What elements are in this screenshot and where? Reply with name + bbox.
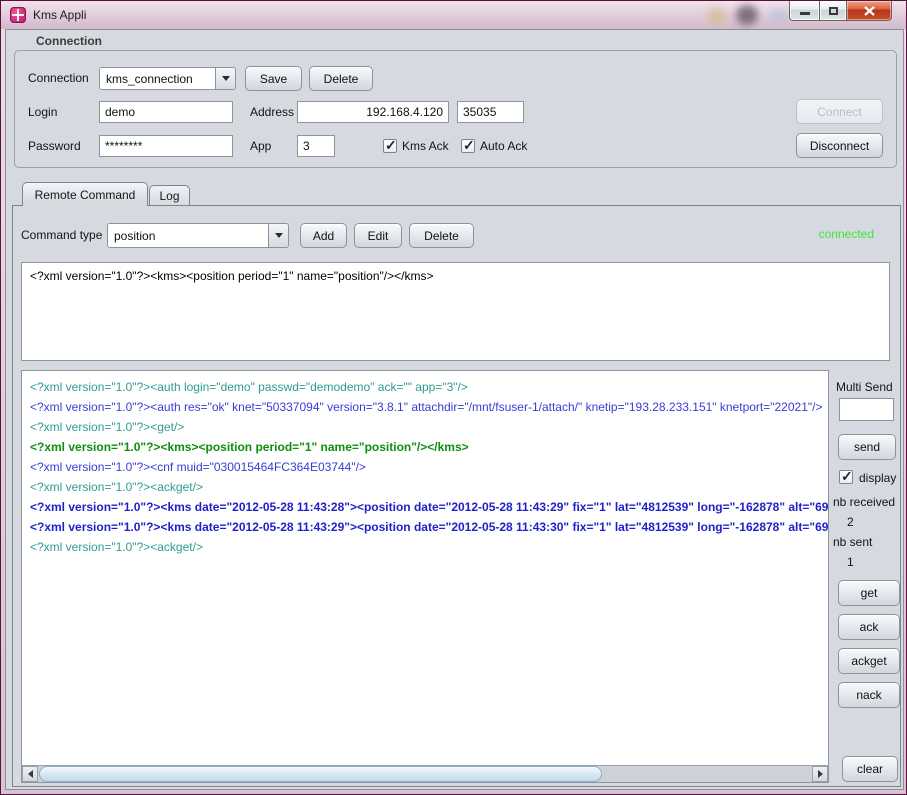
- address-label: Address: [250, 100, 294, 124]
- log-line: <?xml version="1.0"?><kms date="2012-05-…: [30, 497, 828, 517]
- nb-sent-label: nb sent: [833, 535, 872, 549]
- kms-ack-label: Kms Ack: [402, 134, 449, 158]
- kms-ack-checkbox[interactable]: [383, 139, 397, 153]
- connection-combobox[interactable]: kms_connection: [99, 67, 236, 90]
- tab-remote-command[interactable]: Remote Command: [22, 182, 148, 206]
- port-field[interactable]: [457, 101, 524, 123]
- arrow-left-icon: [28, 770, 33, 778]
- ackget-button[interactable]: ackget: [838, 648, 900, 674]
- chevron-down-icon[interactable]: [268, 224, 288, 247]
- maximize-button[interactable]: [819, 1, 847, 21]
- scroll-right-button[interactable]: [812, 766, 828, 782]
- close-button[interactable]: [847, 1, 892, 21]
- nb-sent-value: 1: [847, 555, 854, 569]
- add-command-button[interactable]: Add: [300, 223, 347, 248]
- app-field[interactable]: [297, 135, 335, 157]
- get-button[interactable]: get: [838, 580, 900, 606]
- log-line: <?xml version="1.0"?><ackget/>: [30, 537, 828, 557]
- log-lines: <?xml version="1.0"?><auth login="demo" …: [22, 371, 828, 766]
- address-field[interactable]: [297, 101, 449, 123]
- glass-reflection: [769, 9, 789, 23]
- password-field[interactable]: [99, 135, 233, 157]
- send-sidebar: Multi Send send display nb received 2 nb…: [833, 374, 902, 786]
- ack-button[interactable]: ack: [838, 614, 900, 640]
- maximize-icon: [829, 7, 838, 15]
- log-line: <?xml version="1.0"?><ackget/>: [30, 477, 828, 497]
- save-button[interactable]: Save: [245, 66, 302, 91]
- scroll-left-button[interactable]: [22, 766, 38, 782]
- password-label: Password: [28, 134, 81, 158]
- app-label: App: [250, 134, 271, 158]
- glass-reflection: [736, 5, 758, 25]
- scrollbar-thumb[interactable]: [39, 766, 602, 782]
- window-controls: [789, 1, 892, 21]
- log-line: <?xml version="1.0"?><kms><position peri…: [30, 437, 828, 457]
- clear-button[interactable]: clear: [842, 756, 898, 782]
- command-type-value: position: [108, 224, 268, 247]
- remote-command-panel: Command type position Add Edit Delete co…: [12, 205, 901, 787]
- title-bar[interactable]: Kms Appli: [1, 1, 906, 29]
- nb-received-value: 2: [847, 515, 854, 529]
- display-checkbox[interactable]: [839, 470, 853, 484]
- connection-status: connected: [819, 227, 874, 241]
- command-type-label: Command type: [21, 223, 102, 247]
- window-title: Kms Appli: [33, 8, 86, 22]
- glass-reflection: [707, 7, 727, 25]
- horizontal-scrollbar[interactable]: [22, 765, 828, 782]
- connect-button[interactable]: Connect: [796, 99, 883, 124]
- connection-combobox-value: kms_connection: [100, 68, 215, 89]
- log-line: <?xml version="1.0"?><auth login="demo" …: [30, 377, 828, 397]
- minimize-button[interactable]: [789, 1, 819, 21]
- log-line: <?xml version="1.0"?><kms date="2012-05-…: [30, 517, 828, 537]
- arrow-right-icon: [818, 770, 823, 778]
- multi-send-input[interactable]: [839, 398, 894, 421]
- command-editor[interactable]: <?xml version="1.0"?><kms><position peri…: [21, 262, 890, 361]
- auto-ack-checkbox[interactable]: [461, 139, 475, 153]
- delete-command-button[interactable]: Delete: [409, 223, 474, 248]
- nb-received-label: nb received: [833, 495, 895, 509]
- tab-log[interactable]: Log: [149, 185, 190, 206]
- log-line: <?xml version="1.0"?><auth res="ok" knet…: [30, 397, 828, 417]
- chevron-down-icon[interactable]: [215, 68, 235, 89]
- auto-ack-label: Auto Ack: [480, 134, 527, 158]
- log-line: <?xml version="1.0"?><cnf muid="03001546…: [30, 457, 828, 477]
- multi-send-label: Multi Send: [836, 380, 893, 394]
- send-button[interactable]: send: [838, 434, 896, 460]
- minimize-icon: [800, 12, 810, 15]
- connection-label: Connection: [28, 66, 89, 90]
- nack-button[interactable]: nack: [838, 682, 900, 708]
- close-icon: [864, 6, 875, 16]
- display-label: display: [859, 471, 896, 485]
- login-field[interactable]: [99, 101, 233, 123]
- delete-connection-button[interactable]: Delete: [309, 66, 373, 91]
- connection-group-title: Connection: [36, 34, 102, 48]
- edit-command-button[interactable]: Edit: [354, 223, 402, 248]
- client-area: Connection Connection kms_connection Sav…: [5, 29, 904, 790]
- disconnect-button[interactable]: Disconnect: [796, 133, 883, 158]
- log-line: <?xml version="1.0"?><get/>: [30, 417, 828, 437]
- log-output[interactable]: <?xml version="1.0"?><auth login="demo" …: [21, 370, 829, 783]
- app-window: Kms Appli Connection Connection kms_conn…: [0, 0, 907, 795]
- app-icon: [10, 7, 26, 23]
- login-label: Login: [28, 100, 57, 124]
- command-type-combobox[interactable]: position: [107, 223, 289, 248]
